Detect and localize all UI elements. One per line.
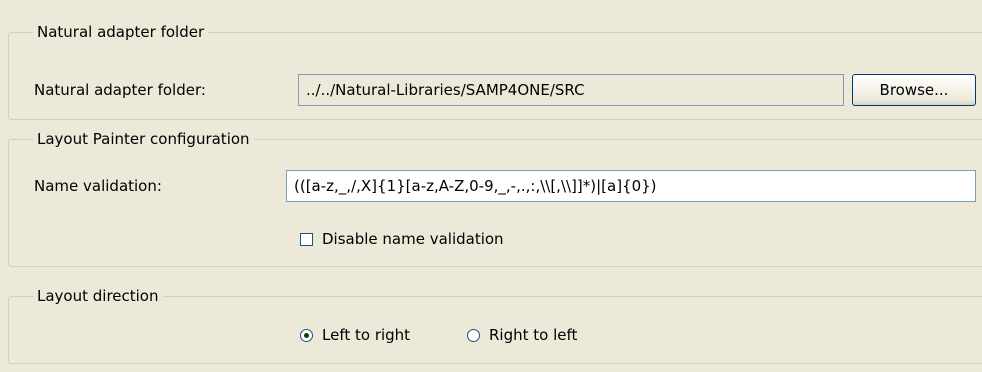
- radio-right-to-left-label: Right to left: [489, 326, 578, 344]
- radio-right-to-left[interactable]: [467, 328, 480, 342]
- disable-name-validation-label: Disable name validation: [322, 230, 504, 248]
- natural-adapter-folder-label: Natural adapter folder:: [34, 81, 206, 99]
- radio-left-to-right-row[interactable]: Left to right: [300, 326, 410, 344]
- browse-button[interactable]: Browse...: [852, 74, 976, 106]
- preferences-page: { "adapter": { "group_title": "Natural a…: [0, 0, 982, 372]
- layout-painter-configuration-group-title: Layout Painter configuration: [33, 129, 254, 149]
- radio-selected-dot: [304, 332, 309, 338]
- radio-right-to-left-row[interactable]: Right to left: [467, 326, 577, 344]
- disable-name-validation-checkbox-row[interactable]: Disable name validation: [300, 230, 504, 248]
- name-validation-label: Name validation:: [34, 177, 162, 195]
- radio-left-to-right[interactable]: [300, 328, 313, 342]
- natural-adapter-folder-field[interactable]: ../../Natural-Libraries/SAMP4ONE/SRC: [298, 74, 844, 106]
- radio-left-to-right-label: Left to right: [322, 326, 411, 344]
- name-validation-input[interactable]: (([a-z,_,/,X]{1}[a-z,A-Z,0-9,_,-,.,:,\\[…: [286, 170, 976, 202]
- layout-direction-group-title: Layout direction: [33, 286, 163, 306]
- natural-adapter-folder-group-title: Natural adapter folder: [33, 22, 209, 42]
- disable-name-validation-checkbox[interactable]: [300, 232, 313, 246]
